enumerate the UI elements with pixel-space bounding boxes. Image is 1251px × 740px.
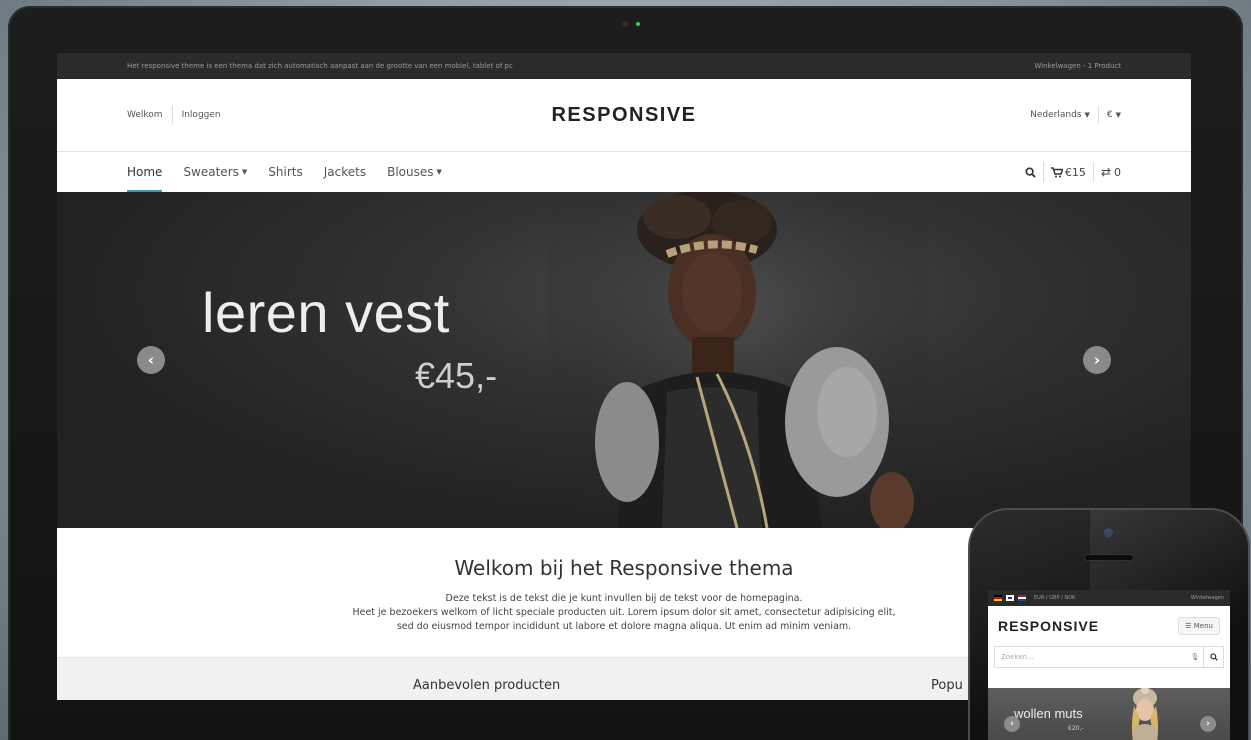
nav-label: Jackets xyxy=(323,165,367,179)
language-select[interactable]: Nederlands ▼ xyxy=(1030,110,1090,120)
divider xyxy=(1097,106,1099,124)
flag-selector: EUR / GBP / NOK xyxy=(994,595,1075,601)
welcome-text: Welkom xyxy=(127,110,163,120)
compare-count: 0 xyxy=(1114,165,1121,179)
divider xyxy=(171,106,173,124)
compare-button[interactable]: ⇄ 0 xyxy=(1101,165,1121,179)
mobile-hero-price: €20,- xyxy=(1068,725,1084,732)
menu-icon: ☰ xyxy=(1185,622,1192,630)
locale-selectors: Nederlands ▼ € ▼ xyxy=(1030,106,1121,124)
cart-summary-link[interactable]: Winkelwagen - 1 Product xyxy=(1034,62,1121,70)
flag-de-icon[interactable] xyxy=(994,595,1002,601)
mobile-logo[interactable]: RESPONSIVE xyxy=(998,618,1099,634)
search-icon xyxy=(1209,653,1218,661)
mobile-menu-button[interactable]: ☰ Menu xyxy=(1178,617,1220,635)
divider xyxy=(1092,162,1094,182)
compare-icon: ⇄ xyxy=(1100,165,1111,179)
hero-title: leren vest xyxy=(202,281,450,344)
chevron-down-icon: ▼ xyxy=(436,168,442,176)
phone-frame: EUR / GBP / NOK Winkelwagen RESPONSIVE ☰… xyxy=(968,508,1250,740)
site-header: Welkom Inloggen RESPONSIVE Nederlands ▼ €… xyxy=(57,79,1191,152)
divider xyxy=(1042,162,1044,182)
slider-next-button[interactable]: › xyxy=(1083,346,1111,374)
mobile-search-input[interactable]: Zoeken... xyxy=(995,653,1187,661)
cart-icon xyxy=(1050,166,1063,177)
mobile-header: RESPONSIVE ☰ Menu xyxy=(988,606,1230,646)
currency-select[interactable]: € ▼ xyxy=(1107,110,1121,120)
camera-led xyxy=(636,22,640,26)
mobile-hero-model-image xyxy=(1132,688,1158,740)
nav-label: Home xyxy=(127,165,163,179)
mobile-hero: wollen muts €20,- ‹ › xyxy=(988,688,1230,740)
nav-item-sweaters[interactable]: Sweaters ▼ xyxy=(183,152,247,192)
nav-label: Shirts xyxy=(268,165,303,179)
mobile-search: Zoeken... 🎙 xyxy=(994,646,1224,668)
chevron-right-icon: › xyxy=(1093,351,1101,369)
slider-prev-button[interactable]: ‹ xyxy=(137,346,165,374)
account-links: Welkom Inloggen xyxy=(127,106,221,124)
site-logo[interactable]: RESPONSIVE xyxy=(551,104,696,127)
chevron-down-icon: ▼ xyxy=(241,168,248,176)
chevron-left-icon: ‹ xyxy=(147,351,155,369)
nav-label: Blouses xyxy=(387,165,434,179)
mobile-slider-next-button[interactable]: › xyxy=(1200,716,1216,732)
mobile-hero-title: wollen muts xyxy=(1014,706,1083,721)
featured-products-heading: Aanbevolen producten xyxy=(413,678,561,693)
nav-item-blouses[interactable]: Blouses ▼ xyxy=(387,152,442,192)
flag-uk-icon[interactable] xyxy=(1006,595,1014,601)
currency-label: € xyxy=(1106,110,1113,120)
info-message: Het responsive theme is een thema dat zi… xyxy=(127,62,513,70)
phone-camera xyxy=(1104,528,1113,537)
camera-lens xyxy=(622,21,628,27)
nav-tools: €15 ⇄ 0 xyxy=(1025,152,1121,192)
login-link[interactable]: Inloggen xyxy=(182,110,221,120)
menu-label: Menu xyxy=(1193,622,1213,630)
hero-slider: leren vest €45,- ‹ › xyxy=(57,192,1191,528)
chevron-down-icon: ▼ xyxy=(1084,111,1090,119)
mobile-search-button[interactable] xyxy=(1203,647,1223,667)
info-bar: Het responsive theme is een thema dat zi… xyxy=(57,53,1191,79)
nav-menu: Home Sweaters ▼ Shirts Jackets Blouses ▼ xyxy=(127,152,463,192)
phone-speaker xyxy=(1084,554,1134,561)
chevron-right-icon: › xyxy=(1206,719,1210,729)
laptop-camera xyxy=(622,20,652,28)
cart-button[interactable]: €15 xyxy=(1050,165,1086,179)
chevron-left-icon: ‹ xyxy=(1010,719,1014,729)
language-label: Nederlands xyxy=(1030,110,1082,120)
nav-item-shirts[interactable]: Shirts xyxy=(268,152,302,192)
mobile-site: EUR / GBP / NOK Winkelwagen RESPONSIVE ☰… xyxy=(988,590,1230,740)
cart-total: €15 xyxy=(1064,165,1086,179)
nav-item-home[interactable]: Home xyxy=(127,152,163,192)
nav-item-jackets[interactable]: Jackets xyxy=(324,152,366,192)
popular-products-heading: Popu xyxy=(931,678,963,693)
main-nav: Home Sweaters ▼ Shirts Jackets Blouses ▼ €… xyxy=(57,152,1191,192)
microphone-icon[interactable]: 🎙 xyxy=(1187,653,1203,661)
search-icon[interactable] xyxy=(1025,166,1036,178)
mobile-slider-prev-button[interactable]: ‹ xyxy=(1004,716,1020,732)
currency-options[interactable]: EUR / GBP / NOK xyxy=(1034,595,1075,601)
hero-price: €45,- xyxy=(415,355,498,396)
nav-label: Sweaters xyxy=(183,165,239,179)
chevron-down-icon: ▼ xyxy=(1115,111,1121,119)
mobile-info-bar: EUR / GBP / NOK Winkelwagen xyxy=(988,590,1230,606)
mobile-cart-link[interactable]: Winkelwagen xyxy=(1191,595,1224,601)
hero-model-image xyxy=(547,192,927,528)
flag-nl-icon[interactable] xyxy=(1018,595,1026,601)
